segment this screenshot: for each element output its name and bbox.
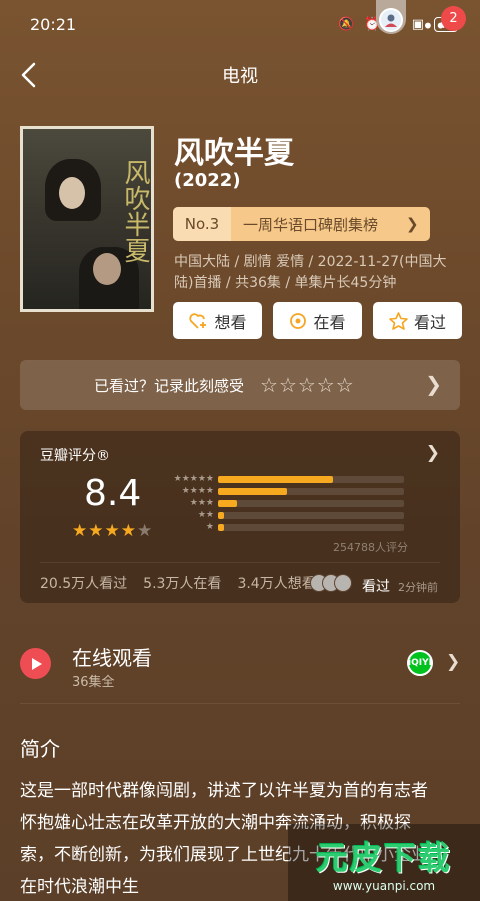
user-icon (385, 14, 397, 27)
empty-stars: ★ (136, 521, 154, 541)
rank-number: No.3 (173, 207, 231, 241)
distribution-stars: ★★★★★ (173, 474, 214, 484)
iqiyi-logo-icon: iQIYI (407, 650, 433, 676)
mute-icon: 🔕 (337, 16, 355, 32)
want-count: 3.4万人想看 (237, 576, 316, 592)
chevron-right-icon: ❯ (406, 215, 419, 233)
heart-plus-icon (189, 312, 207, 329)
rating-score: 8.4 (84, 473, 142, 514)
status-bar: 20:21 🔕 ⏰ ◠ ▣ 47 (0, 0, 480, 48)
chevron-right-icon: ❯ (425, 372, 442, 396)
poster-image[interactable]: 风吹半夏 (20, 126, 154, 312)
distribution-row: ★ (170, 521, 404, 533)
watermark-url: www.yuanpi.com (332, 878, 436, 893)
poster-title: 风吹半夏 (120, 159, 150, 263)
chevron-right-icon: ❯ (446, 652, 461, 672)
distribution-bar (218, 475, 334, 483)
want-to-watch-button[interactable]: 想看 (173, 302, 262, 339)
watched-count: 20.5万人看过 (40, 576, 128, 592)
floating-avatar[interactable] (376, 0, 406, 34)
avatar (334, 574, 352, 592)
show-meta: 中国大陆 / 剧情 爱情 / 2022-11-27(中国大陆)首播 / 共36集… (174, 254, 447, 291)
friend-status: 看过 (362, 579, 390, 595)
top-bar: 电视 (0, 48, 480, 102)
poster-figure (59, 177, 85, 209)
avatar (379, 8, 403, 32)
vote-count: 254788人评分 (333, 541, 408, 554)
distribution-row: ★★★ (170, 497, 404, 509)
action-buttons: 想看 在看 看过 (173, 302, 462, 339)
want-to-watch-label: 想看 (214, 312, 247, 332)
rank-label: 一周华语口碑剧集榜 (243, 215, 379, 234)
distribution-stars: ★★★ (189, 498, 214, 508)
distribution-bar (218, 499, 237, 507)
play-icon (20, 648, 51, 679)
watching-count: 5.3万人在看 (143, 576, 222, 592)
star-outline-icon (389, 311, 408, 330)
distribution-track (218, 475, 404, 483)
distribution-stars: ★★ (197, 510, 214, 520)
rating-card[interactable]: 豆瓣评分® ❯ 8.4 ★★★★★ ★★★★★ ★★★★ ★★★ ★★ ★ 254788… (20, 431, 460, 603)
episode-count: 36集全 (72, 675, 115, 690)
show-year: (2022) (174, 170, 241, 191)
distribution-stars: ★★★★ (181, 486, 214, 496)
poster-figure (93, 253, 121, 285)
distribution-track (218, 511, 404, 519)
watermark-logo: 元皮下载 (315, 838, 452, 877)
status-time: 20:21 (30, 14, 77, 34)
filled-stars: ★★★★ (72, 521, 137, 541)
watching-button[interactable]: 在看 (273, 302, 362, 339)
friend-time: 2分钟前 (398, 581, 438, 594)
notification-badge[interactable]: 2 (441, 6, 466, 31)
divider (20, 703, 460, 704)
distribution-stars: ★ (205, 522, 214, 532)
distribution-bar (218, 487, 287, 495)
distribution-row: ★★★★★ (170, 473, 404, 485)
distribution-bar (218, 511, 224, 519)
rating-title: 豆瓣评分® (40, 448, 110, 464)
distribution-row: ★★★★ (170, 485, 404, 497)
friend-avatars[interactable] (310, 574, 352, 592)
rate-stars[interactable]: ☆☆☆☆☆ (260, 373, 355, 397)
distribution-track (218, 499, 404, 507)
online-watch-title: 在线观看 (72, 646, 152, 670)
rate-prompt-label: 已看过？记录此刻感受 (94, 376, 245, 395)
online-watch-row[interactable]: 在线观看 36集全 iQIYI ❯ (0, 630, 480, 700)
distribution-track (218, 487, 404, 495)
page-title: 电视 (222, 66, 258, 87)
watched-label: 看过 (413, 312, 446, 332)
watermark: 元皮下载 www.yuanpi.com (288, 824, 480, 901)
watching-label: 在看 (313, 312, 346, 332)
intro-heading: 简介 (20, 737, 60, 761)
distribution-track (218, 523, 404, 531)
divider (40, 562, 440, 563)
rank-badge[interactable]: No.3 一周华语口碑剧集榜 ❯ (173, 207, 430, 241)
back-arrow-icon[interactable] (16, 60, 46, 90)
rating-distribution: ★★★★★ ★★★★ ★★★ ★★ ★ (170, 473, 404, 533)
rate-prompt-bar[interactable]: 已看过？记录此刻感受 ☆☆☆☆☆ ❯ (20, 360, 460, 410)
rating-stars: ★★★★★ (72, 521, 153, 541)
target-circle-icon (290, 312, 307, 329)
distribution-bar (218, 523, 224, 531)
watch-stats: 20.5万人看过 5.3万人在看 3.4万人想看 (40, 573, 316, 593)
distribution-row: ★★ (170, 509, 404, 521)
watched-button[interactable]: 看过 (373, 302, 462, 339)
chevron-right-icon: ❯ (425, 443, 440, 463)
show-title: 风吹半夏 (174, 136, 294, 171)
